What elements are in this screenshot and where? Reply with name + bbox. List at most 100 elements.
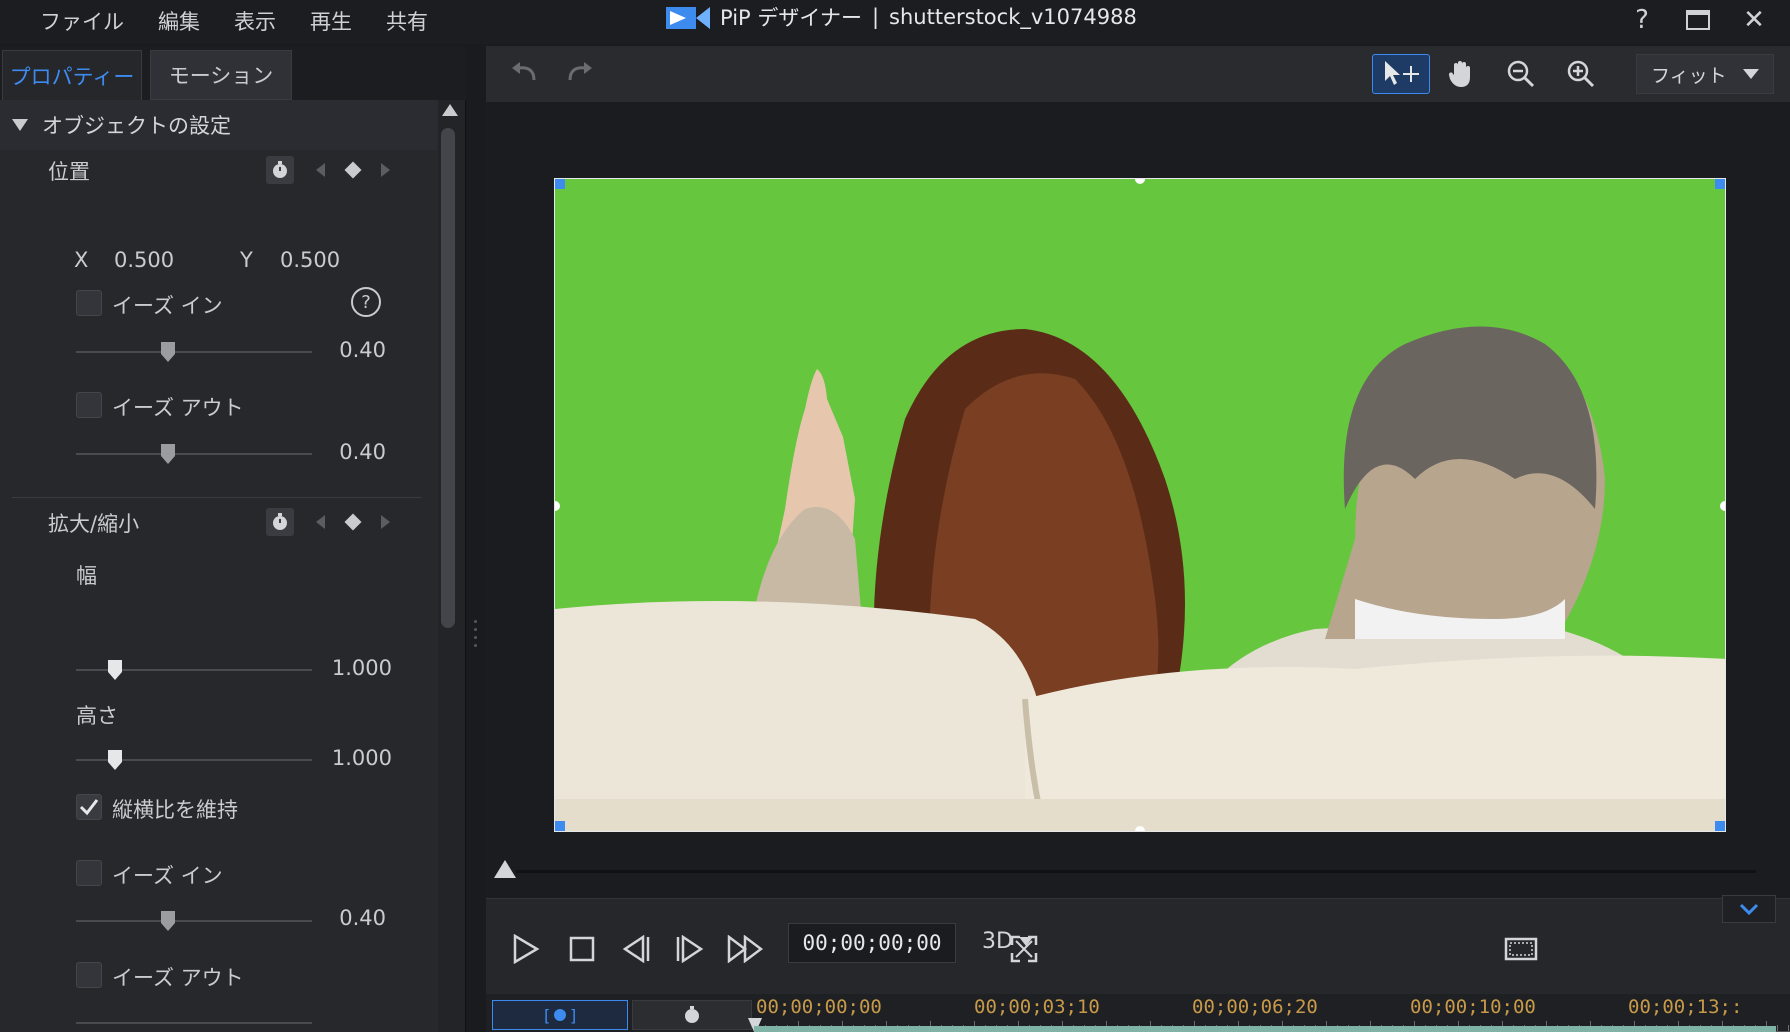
- track-keyframe-button[interactable]: []: [492, 1000, 628, 1030]
- menu-share[interactable]: 共有: [386, 6, 428, 36]
- height-value[interactable]: 1.000: [312, 746, 392, 770]
- y-value-field[interactable]: 0.500: [280, 248, 340, 272]
- playback-controls: 00;00;00;00 3D: [486, 895, 1790, 994]
- position-ease-out-slider[interactable]: [76, 453, 312, 455]
- maximize-button[interactable]: [1682, 4, 1714, 36]
- scale-ease-in-thumb[interactable]: [161, 911, 175, 931]
- stopwatch-icon: [273, 513, 287, 530]
- timeline-mark: 00;00;10;00: [1410, 996, 1536, 1018]
- width-value[interactable]: 1.000: [312, 656, 392, 680]
- stopwatch-icon: [273, 161, 287, 178]
- checkmark-icon: [79, 799, 99, 816]
- hand-tool-icon: [1448, 61, 1470, 87]
- timeline-mark: 00;00;00;00: [756, 996, 882, 1018]
- position-label: 位置: [48, 160, 90, 184]
- scale-keyframe-controls: [266, 508, 390, 536]
- app-logo-icon: [666, 7, 710, 29]
- tab-properties[interactable]: プロパティー: [2, 50, 142, 100]
- prev-keyframe-icon[interactable]: [316, 163, 325, 177]
- scale-ease-in-slider[interactable]: [76, 920, 312, 922]
- play-button[interactable]: [506, 929, 546, 969]
- chevron-down-icon: [1743, 69, 1759, 79]
- stop-button[interactable]: [562, 929, 602, 969]
- position-ease-in-checkbox[interactable]: [76, 290, 102, 316]
- resize-handle-bottom-left[interactable]: [555, 821, 565, 831]
- resize-handle-bottom[interactable]: [1135, 826, 1145, 831]
- position-timer-button[interactable]: [266, 156, 294, 184]
- panel-splitter[interactable]: [474, 620, 478, 660]
- zoom-fit-label: フィット: [1651, 64, 1727, 87]
- track-timer-button[interactable]: [632, 1000, 752, 1030]
- help-button[interactable]: ?: [1626, 4, 1658, 36]
- timeline-clip[interactable]: [754, 1026, 1776, 1032]
- height-slider-thumb[interactable]: [108, 750, 122, 770]
- position-ease-out-label: イーズ アウト: [112, 396, 244, 420]
- resize-handle-top-right[interactable]: [1715, 179, 1725, 189]
- window-title: PiP デザイナー | shutterstock_v1074988: [666, 2, 1137, 32]
- position-ease-in-slider[interactable]: [76, 351, 312, 353]
- menu-playback[interactable]: 再生: [310, 6, 352, 36]
- preview-panel: フィット 00;00;00;00 3D [] 00;00;00;00 00;0…: [486, 46, 1790, 1032]
- next-keyframe-icon[interactable]: [381, 163, 390, 177]
- x-value-field[interactable]: 0.500: [114, 248, 174, 272]
- next-keyframe-icon[interactable]: [381, 515, 390, 529]
- position-ease-in-thumb[interactable]: [161, 342, 175, 362]
- fullscreen-button[interactable]: [1004, 929, 1044, 969]
- safe-zone-button[interactable]: [1498, 929, 1544, 969]
- scale-ease-out-checkbox[interactable]: [76, 962, 102, 988]
- seek-thumb[interactable]: [494, 860, 516, 878]
- redo-button[interactable]: [550, 54, 608, 94]
- play-icon: [513, 934, 540, 964]
- undo-button[interactable]: [496, 54, 554, 94]
- preview-seek-track[interactable]: [516, 870, 1756, 873]
- hand-tool-button[interactable]: [1432, 54, 1490, 94]
- resize-handle-top-left[interactable]: [555, 179, 565, 189]
- close-button[interactable]: ✕: [1738, 4, 1770, 36]
- position-ease-out-thumb[interactable]: [161, 444, 175, 464]
- resize-handle-right[interactable]: [1720, 501, 1725, 511]
- ruler-tick: [1788, 1025, 1789, 1031]
- chevron-down-icon: [1739, 903, 1759, 915]
- scale-ease-out-slider[interactable]: [76, 1022, 312, 1024]
- menu-edit[interactable]: 編集: [158, 6, 200, 36]
- zoom-in-button[interactable]: [1552, 54, 1610, 94]
- scale-label: 拡大/縮小: [48, 512, 140, 536]
- collapse-button[interactable]: [1722, 895, 1776, 923]
- help-icon: ?: [1635, 5, 1649, 35]
- zoom-fit-dropdown[interactable]: フィット: [1636, 54, 1774, 94]
- add-keyframe-icon[interactable]: [344, 513, 362, 531]
- fast-forward-button[interactable]: [726, 929, 766, 969]
- preview-canvas[interactable]: [486, 102, 1790, 898]
- scale-ease-in-checkbox[interactable]: [76, 860, 102, 886]
- prev-frame-button[interactable]: [616, 929, 656, 969]
- video-frame-image: [555, 179, 1725, 831]
- next-frame-button[interactable]: [670, 929, 710, 969]
- menu-view[interactable]: 表示: [234, 6, 276, 36]
- preview-toolbar: フィット: [486, 46, 1790, 102]
- fast-forward-icon: [727, 935, 764, 963]
- timecode-display[interactable]: 00;00;00;00: [788, 923, 956, 963]
- timeline-mark: 00;00;13;:: [1628, 996, 1743, 1018]
- properties-list: オブジェクトの設定 位置 X 0.500 Y 0.500 イーズ イン ? 0.…: [0, 100, 440, 1032]
- section-divider: [12, 497, 422, 498]
- window-controls: ? ✕: [1626, 4, 1770, 36]
- add-keyframe-icon[interactable]: [344, 161, 362, 179]
- menu-file[interactable]: ファイル: [40, 6, 124, 36]
- width-slider-thumb[interactable]: [108, 660, 122, 680]
- properties-scrollbar[interactable]: [438, 100, 460, 1032]
- object-settings-label: オブジェクトの設定: [42, 114, 231, 138]
- zoom-out-button[interactable]: [1492, 54, 1550, 94]
- resize-handle-bottom-right[interactable]: [1715, 821, 1725, 831]
- help-circle-icon[interactable]: ?: [350, 286, 382, 318]
- move-tool-button[interactable]: [1372, 54, 1430, 94]
- pip-video-object[interactable]: [554, 178, 1726, 832]
- scale-timer-button[interactable]: [266, 508, 294, 536]
- file-name: shutterstock_v1074988: [889, 5, 1137, 29]
- tab-motion[interactable]: モーション: [150, 50, 292, 100]
- object-settings-header[interactable]: オブジェクトの設定: [0, 100, 440, 150]
- scrollbar-thumb[interactable]: [441, 128, 455, 628]
- prev-keyframe-icon[interactable]: [316, 515, 325, 529]
- scroll-up-icon[interactable]: [442, 104, 458, 116]
- keep-aspect-checkbox[interactable]: [76, 794, 102, 820]
- position-ease-out-checkbox[interactable]: [76, 392, 102, 418]
